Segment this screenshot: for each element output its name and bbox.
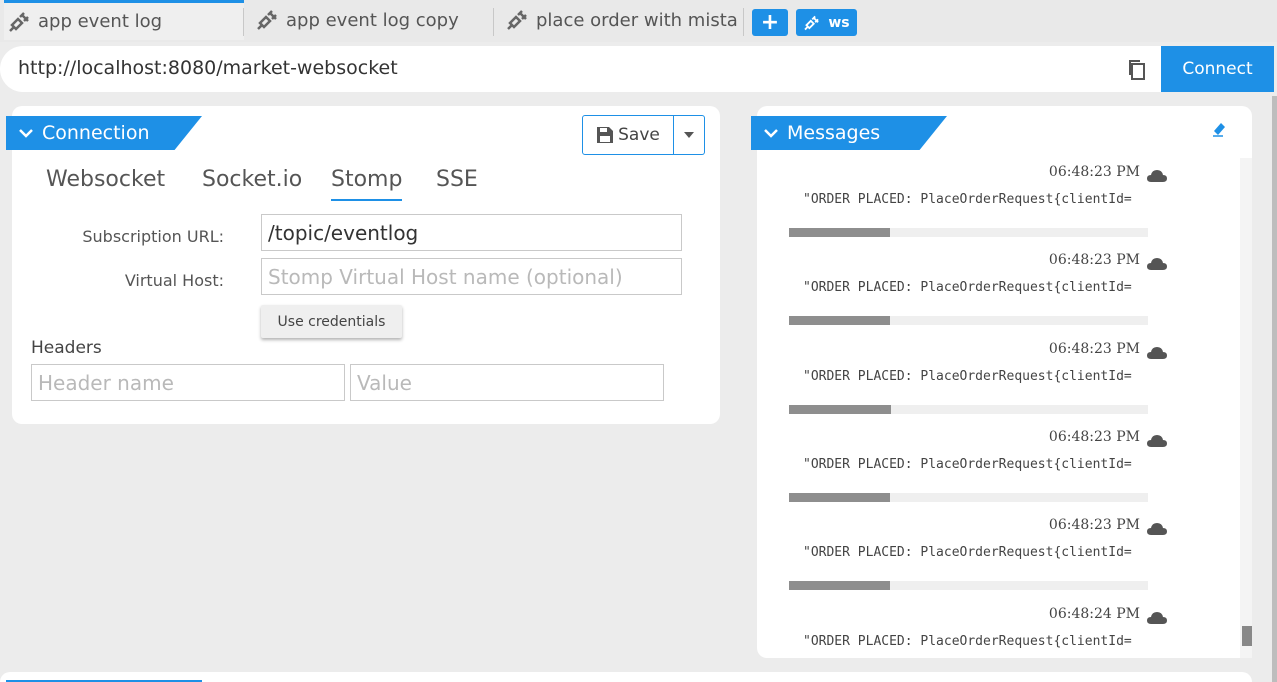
message-scroll-thumb[interactable] <box>789 493 890 502</box>
cloud-download-icon <box>1146 433 1168 447</box>
headers-label: Headers <box>31 338 102 358</box>
messages-scrollbar[interactable] <box>1240 158 1252 658</box>
message-text[interactable]: "ORDER PLACED: PlaceOrderRequest{clientI… <box>803 280 1148 295</box>
message-text[interactable]: "ORDER PLACED: PlaceOrderRequest{clientI… <box>803 545 1148 560</box>
page-scrollbar[interactable] <box>1272 96 1277 682</box>
tab-app-event-log[interactable]: app event log <box>4 0 244 40</box>
bottom-panel <box>0 672 1252 682</box>
connect-button[interactable]: Connect <box>1161 46 1274 92</box>
tab-stomp[interactable]: Stomp <box>331 167 403 201</box>
save-dropdown-button[interactable] <box>674 115 705 155</box>
message-timestamp: 06:48:23 PM <box>1048 517 1140 533</box>
header-name-input[interactable]: Header name <box>31 364 345 401</box>
message-text[interactable]: "ORDER PLACED: PlaceOrderRequest{clientI… <box>803 369 1148 384</box>
tab-divider <box>743 8 744 36</box>
message-scroll-track[interactable] <box>789 493 1148 502</box>
subscription-url-label: Subscription URL: <box>82 227 224 246</box>
message-text[interactable]: "ORDER PLACED: PlaceOrderRequest{clientI… <box>803 192 1148 207</box>
message-timestamp: 06:48:23 PM <box>1048 429 1140 445</box>
cloud-download-icon <box>1146 168 1168 182</box>
tab-app-event-log-copy[interactable]: app event log copy <box>256 0 492 40</box>
save-button[interactable]: Save <box>582 115 674 155</box>
message-timestamp: 06:48:24 PM <box>1048 606 1140 622</box>
chevron-down-icon <box>19 129 33 138</box>
tab-sse[interactable]: SSE <box>436 167 478 192</box>
message-scroll-track[interactable] <box>789 316 1148 325</box>
cloud-download-icon <box>1146 256 1168 270</box>
message-scroll-track[interactable] <box>789 228 1148 237</box>
message-scroll-track[interactable] <box>789 581 1148 590</box>
tab-divider <box>493 8 494 36</box>
tab-bar: app event log app event log copy place o… <box>0 0 1277 42</box>
virtual-host-input[interactable]: Stomp Virtual Host name (optional) <box>261 258 682 295</box>
virtual-host-label: Virtual Host: <box>124 271 224 290</box>
message-scroll-thumb[interactable] <box>789 581 890 590</box>
eraser-icon[interactable] <box>1211 119 1229 137</box>
tab-websocket[interactable]: Websocket <box>46 167 165 192</box>
save-icon <box>597 127 614 143</box>
messages-title: Messages <box>787 122 881 144</box>
tab-label: app event log copy <box>286 9 459 31</box>
ws-button[interactable]: ws <box>796 9 857 36</box>
plug-icon <box>257 10 277 30</box>
plug-icon <box>507 10 527 30</box>
message-scroll-track[interactable] <box>789 405 1148 414</box>
scrollbar-thumb[interactable] <box>1242 626 1252 646</box>
chevron-down-icon <box>764 129 778 138</box>
use-credentials-button[interactable]: Use credentials <box>261 305 402 338</box>
connection-header[interactable]: Connection <box>6 116 202 150</box>
add-tab-button[interactable]: + <box>752 9 788 36</box>
copy-icon[interactable] <box>1126 58 1148 82</box>
messages-header[interactable]: Messages <box>751 116 947 150</box>
subscription-url-input[interactable]: /topic/eventlog <box>261 214 682 251</box>
message-scroll-thumb[interactable] <box>789 316 890 325</box>
save-label: Save <box>618 125 660 145</box>
message-timestamp: 06:48:23 PM <box>1048 341 1140 357</box>
connection-title: Connection <box>42 122 150 144</box>
cloud-download-icon <box>1146 610 1168 624</box>
message-timestamp: 06:48:23 PM <box>1048 164 1140 180</box>
message-text[interactable]: "ORDER PLACED: PlaceOrderRequest{clientI… <box>803 634 1148 649</box>
tab-place-order[interactable]: place order with mista... <box>506 0 738 40</box>
plug-icon <box>9 11 29 32</box>
tab-socketio[interactable]: Socket.io <box>202 167 302 192</box>
header-value-input[interactable]: Value <box>350 364 664 401</box>
message-text[interactable]: "ORDER PLACED: PlaceOrderRequest{clientI… <box>803 457 1148 472</box>
url-input[interactable]: http://localhost:8080/market-websocket <box>18 57 398 79</box>
caret-down-icon <box>684 132 694 138</box>
message-scroll-thumb[interactable] <box>789 405 892 414</box>
tab-label: place order with mista... <box>536 9 738 31</box>
cloud-download-icon <box>1146 345 1168 359</box>
tab-label: app event log <box>38 11 163 32</box>
message-timestamp: 06:48:23 PM <box>1048 252 1140 268</box>
ws-label: ws <box>828 14 850 31</box>
cloud-download-icon <box>1146 521 1168 535</box>
url-bar: http://localhost:8080/market-websocket C… <box>0 46 1274 92</box>
message-scroll-thumb[interactable] <box>789 228 890 237</box>
plug-icon <box>804 15 820 30</box>
tab-divider <box>243 8 244 36</box>
